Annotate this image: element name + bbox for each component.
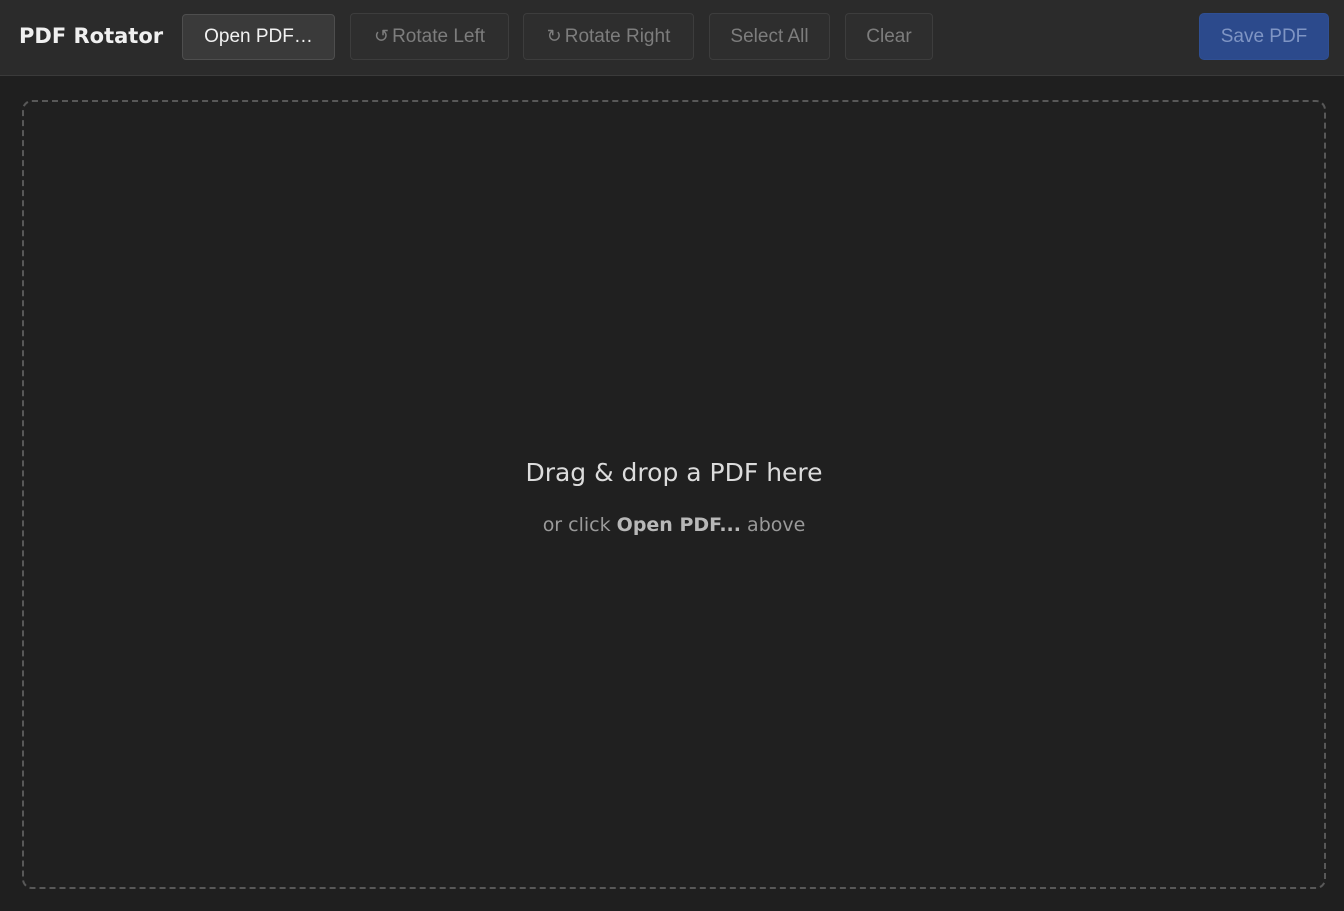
select-all-label: Select All [730, 25, 809, 47]
select-all-button[interactable]: Select All [709, 13, 830, 60]
clear-button[interactable]: Clear [845, 13, 933, 60]
rotate-left-button[interactable]: ↺ Rotate Left [350, 13, 509, 60]
rotate-right-label: Rotate Right [564, 25, 671, 47]
save-pdf-label: Save PDF [1220, 25, 1308, 47]
rotate-right-button[interactable]: ↻ Rotate Right [523, 13, 694, 60]
app-title: PDF Rotator [19, 24, 164, 48]
open-pdf-button[interactable]: Open PDF… [182, 14, 335, 60]
dropzone-main-text: Drag & drop a PDF here [525, 458, 823, 487]
rotate-right-icon: ↻ [546, 26, 562, 46]
rotate-left-label: Rotate Left [392, 25, 486, 47]
toolbar: PDF Rotator Open PDF… ↺ Rotate Left ↻ Ro… [0, 0, 1344, 76]
dropzone-hint-emphasis: Open PDF... [616, 514, 741, 536]
dropzone-hint-prefix: or click [542, 514, 611, 536]
rotate-left-icon: ↺ [373, 26, 390, 46]
save-pdf-button[interactable]: Save PDF [1199, 13, 1329, 60]
clear-label: Clear [866, 25, 912, 47]
dropzone-hint-suffix: above [747, 514, 806, 536]
pdf-dropzone[interactable]: Drag & drop a PDF here or click Open PDF… [22, 100, 1326, 889]
dropzone-hint: or click Open PDF... above [24, 514, 1324, 536]
open-pdf-label: Open PDF… [204, 26, 313, 47]
